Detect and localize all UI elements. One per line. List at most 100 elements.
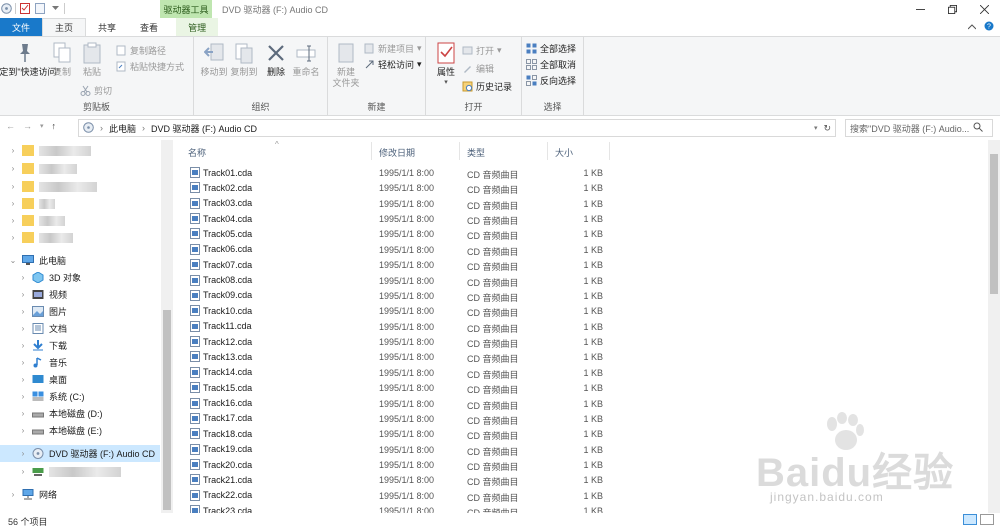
nav-item-blurred[interactable]: › <box>0 178 160 195</box>
file-row[interactable]: Track22.cda 1995/1/1 8:00 CD 音频曲目 1 KB <box>178 488 988 503</box>
large-icons-view-button[interactable] <box>980 514 994 525</box>
nav-pane-scrollbar[interactable] <box>161 140 173 513</box>
up-arrow-icon[interactable]: ↑ <box>52 121 57 131</box>
file-row[interactable]: Track09.cda 1995/1/1 8:00 CD 音频曲目 1 KB <box>178 288 988 303</box>
tab-home[interactable]: 主页 <box>42 18 87 36</box>
column-header-type[interactable]: 类型 <box>467 146 485 159</box>
file-row[interactable]: Track13.cda 1995/1/1 8:00 CD 音频曲目 1 KB <box>178 349 988 364</box>
nav-item-system-c[interactable]: › 系统 (C:) <box>10 388 170 405</box>
tab-manage[interactable]: 管理 <box>176 18 219 36</box>
paste-shortcut-button[interactable]: 粘贴快捷方式 <box>116 59 184 73</box>
column-header-size[interactable]: 大小 <box>555 146 573 159</box>
file-row[interactable]: Track11.cda 1995/1/1 8:00 CD 音频曲目 1 KB <box>178 319 988 334</box>
open-button[interactable]: 打开 ▾ <box>462 43 502 57</box>
file-row[interactable]: Track07.cda 1995/1/1 8:00 CD 音频曲目 1 KB <box>178 257 988 272</box>
nav-item-videos[interactable]: › 视频 <box>10 286 170 303</box>
history-button[interactable]: 历史记录 <box>462 79 512 93</box>
dvd-app-icon[interactable] <box>0 2 12 14</box>
file-row[interactable]: Track04.cda 1995/1/1 8:00 CD 音频曲目 1 KB <box>178 211 988 226</box>
search-input[interactable]: 搜索"DVD 驱动器 (F:) Audio... <box>845 119 993 137</box>
file-row[interactable]: Track05.cda 1995/1/1 8:00 CD 音频曲目 1 KB <box>178 226 988 241</box>
qat-dropdown-icon[interactable] <box>49 2 61 14</box>
help-icon[interactable]: ? <box>984 21 994 33</box>
nav-item-3d-objects[interactable]: › 3D 对象 <box>10 269 170 286</box>
easy-access-button[interactable]: 轻松访问 ▾ <box>364 57 422 71</box>
properties-button[interactable]: 属性 ▾ <box>426 41 466 86</box>
nav-item-blurred[interactable]: › <box>0 160 160 177</box>
address-dropdown-icon[interactable]: ▾ <box>814 124 818 132</box>
collapse-ribbon-icon[interactable] <box>967 22 977 32</box>
file-row[interactable]: Track14.cda 1995/1/1 8:00 CD 音频曲目 1 KB <box>178 365 988 380</box>
ribbon-tab-strip: 文件 主页 共享 查看 管理 ? <box>0 18 1000 36</box>
file-row[interactable]: Track18.cda 1995/1/1 8:00 CD 音频曲目 1 KB <box>178 426 988 441</box>
copy-path-button[interactable]: 复制路径 <box>116 43 166 57</box>
column-header-date[interactable]: 修改日期 <box>379 146 415 159</box>
nav-item-this-pc[interactable]: ⌄ 此电脑 <box>0 252 160 269</box>
new-folder-button[interactable]: 新建 文件夹 <box>328 41 364 89</box>
breadcrumb-dvd-drive[interactable]: DVD 驱动器 (F:) Audio CD <box>151 122 257 135</box>
file-row[interactable]: Track03.cda 1995/1/1 8:00 CD 音频曲目 1 KB <box>178 196 988 211</box>
nav-item-local-disk-d[interactable]: › 本地磁盘 (D:) <box>10 405 170 422</box>
file-row[interactable]: Track10.cda 1995/1/1 8:00 CD 音频曲目 1 KB <box>178 303 988 318</box>
refresh-icon[interactable]: ↻ <box>823 123 831 134</box>
select-none-button[interactable]: 全部取消 <box>526 57 576 71</box>
file-row[interactable]: Track23.cda 1995/1/1 8:00 CD 音频曲目 1 KB <box>178 503 988 513</box>
close-button[interactable] <box>968 0 1000 18</box>
nav-item-desktop[interactable]: › 桌面 <box>10 371 170 388</box>
tab-file[interactable]: 文件 <box>0 18 43 36</box>
new-folder-qat-icon[interactable] <box>34 2 46 14</box>
restore-button[interactable] <box>936 0 968 18</box>
back-arrow-icon[interactable]: ← <box>6 121 15 131</box>
address-field[interactable]: › 此电脑 › DVD 驱动器 (F:) Audio CD ▾ ↻ <box>78 119 836 137</box>
breadcrumb-this-pc[interactable]: 此电脑 <box>109 122 136 135</box>
nav-item-network[interactable]: › 网络 <box>0 486 160 503</box>
nav-item-blurred[interactable]: › <box>0 142 160 159</box>
nav-item-downloads[interactable]: › 下载 <box>10 337 170 354</box>
file-date: 1995/1/1 8:00 <box>379 306 435 317</box>
search-icon[interactable] <box>973 122 984 134</box>
nav-item-music[interactable]: › 音乐 <box>10 354 170 371</box>
select-all-button[interactable]: 全部选择 <box>526 41 576 55</box>
recent-locations-chevron-icon[interactable]: ▾ <box>40 122 44 130</box>
title-bar: 驱动器工具 DVD 驱动器 (F:) Audio CD <box>0 0 1000 18</box>
file-row[interactable]: Track06.cda 1995/1/1 8:00 CD 音频曲目 1 KB <box>178 242 988 257</box>
column-divider[interactable] <box>459 142 460 160</box>
nav-item-blurred[interactable]: › <box>0 195 160 212</box>
tab-view[interactable]: 查看 <box>128 18 170 36</box>
new-item-button[interactable]: 新建项目 ▾ <box>364 41 422 55</box>
column-divider[interactable] <box>547 142 548 160</box>
nav-item-blurred-drive[interactable]: › <box>10 463 170 480</box>
file-list-scrollbar[interactable] <box>988 140 1000 513</box>
file-row[interactable]: Track12.cda 1995/1/1 8:00 CD 音频曲目 1 KB <box>178 334 988 349</box>
cut-button[interactable]: 剪切 <box>80 83 112 97</box>
nav-item-dvd-drive[interactable]: › DVD 驱动器 (F:) Audio CD <box>0 445 160 462</box>
file-row[interactable]: Track17.cda 1995/1/1 8:00 CD 音频曲目 1 KB <box>178 411 988 426</box>
nav-item-blurred[interactable]: › <box>0 212 160 229</box>
minimize-button[interactable] <box>904 0 936 18</box>
file-row[interactable]: Track01.cda 1995/1/1 8:00 CD 音频曲目 1 KB <box>178 165 988 180</box>
details-view-button[interactable] <box>963 514 977 525</box>
edit-button[interactable]: 编辑 <box>462 61 494 75</box>
file-row[interactable]: Track15.cda 1995/1/1 8:00 CD 音频曲目 1 KB <box>178 380 988 395</box>
scrollbar-thumb[interactable] <box>163 310 171 510</box>
file-row[interactable]: Track16.cda 1995/1/1 8:00 CD 音频曲目 1 KB <box>178 396 988 411</box>
file-row[interactable]: Track20.cda 1995/1/1 8:00 CD 音频曲目 1 KB <box>178 457 988 472</box>
invert-selection-button[interactable]: 反向选择 <box>526 73 576 87</box>
file-row[interactable]: Track08.cda 1995/1/1 8:00 CD 音频曲目 1 KB <box>178 273 988 288</box>
nav-item-documents[interactable]: › 文档 <box>10 320 170 337</box>
paste-button[interactable]: 粘贴 <box>72 41 112 78</box>
column-divider[interactable] <box>371 142 372 160</box>
file-row[interactable]: Track21.cda 1995/1/1 8:00 CD 音频曲目 1 KB <box>178 472 988 487</box>
column-divider[interactable] <box>609 142 610 160</box>
rename-button[interactable]: 重命名 <box>286 41 326 78</box>
properties-qat-icon[interactable] <box>19 2 31 14</box>
file-row[interactable]: Track19.cda 1995/1/1 8:00 CD 音频曲目 1 KB <box>178 442 988 457</box>
nav-item-local-disk-e[interactable]: › 本地磁盘 (E:) <box>10 422 170 439</box>
scrollbar-thumb[interactable] <box>990 154 998 294</box>
column-header-name[interactable]: 名称 <box>188 146 206 159</box>
forward-arrow-icon[interactable]: → <box>23 121 32 131</box>
file-row[interactable]: Track02.cda 1995/1/1 8:00 CD 音频曲目 1 KB <box>178 180 988 195</box>
nav-item-pictures[interactable]: › 图片 <box>10 303 170 320</box>
nav-item-blurred[interactable]: › <box>0 229 160 246</box>
tab-share[interactable]: 共享 <box>86 18 128 36</box>
